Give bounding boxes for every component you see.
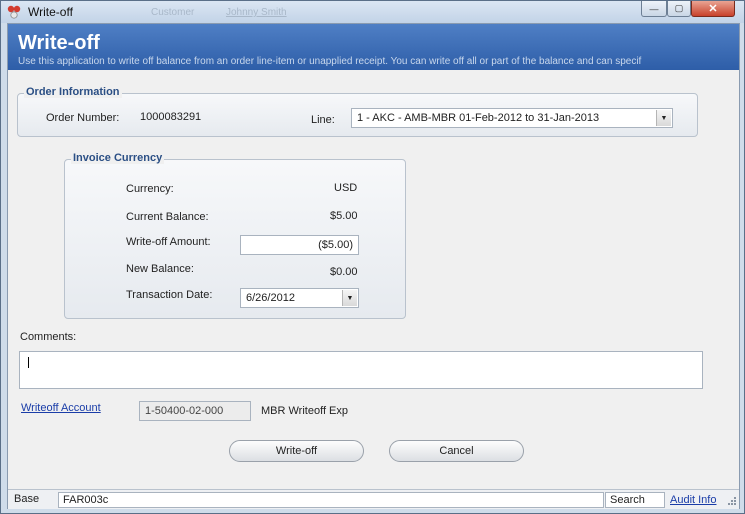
writeoff-amount-value: ($5.00) <box>318 239 353 251</box>
writeoff-button[interactable]: Write-off <box>229 440 364 462</box>
line-select[interactable]: 1 - AKC - AMB-MBR 01-Feb-2012 to 31-Jan-… <box>351 108 673 128</box>
chevron-down-icon[interactable]: ▼ <box>656 110 671 126</box>
currency-value: USD <box>334 182 358 194</box>
cancel-button[interactable]: Cancel <box>389 440 524 462</box>
app-logo-icon <box>7 5 21 19</box>
client-area: Write-off Use this application to write … <box>7 23 740 509</box>
title-ghost-text: Customer <box>151 7 195 18</box>
close-button[interactable]: ✕ <box>691 1 735 17</box>
currency-label: Currency: <box>126 183 174 195</box>
transaction-date-picker[interactable]: 6/26/2012 ▼ <box>240 288 359 308</box>
writeoff-amount-label: Write-off Amount: <box>126 236 211 248</box>
search-button[interactable]: Search <box>605 492 665 508</box>
invoice-currency-group: Invoice Currency Currency: USD Current B… <box>64 152 406 319</box>
order-number-value: 1000083291 <box>140 111 202 123</box>
resize-grip-icon[interactable] <box>727 494 737 506</box>
order-information-title: Order Information <box>24 86 122 98</box>
transaction-date-label: Transaction Date: <box>126 289 213 301</box>
order-number-label: Order Number: <box>46 112 120 124</box>
invoice-currency-title: Invoice Currency <box>71 152 165 164</box>
line-label: Line: <box>311 114 335 126</box>
minimize-button[interactable]: — <box>641 1 667 17</box>
page-description: Use this application to write off balanc… <box>18 56 642 67</box>
status-base: Base <box>14 493 40 505</box>
page-title: Write-off <box>18 32 100 54</box>
text-caret <box>28 357 29 368</box>
title-ghost-link: Johnny Smith <box>226 7 287 18</box>
audit-info-link[interactable]: Audit Info <box>666 493 720 509</box>
maximize-button[interactable]: ▢ <box>667 1 691 17</box>
new-balance-value: $0.00 <box>330 266 358 278</box>
close-icon: ✕ <box>708 3 718 15</box>
writeoff-account-link[interactable]: Writeoff Account <box>21 402 101 414</box>
line-select-value: 1 - AKC - AMB-MBR 01-Feb-2012 to 31-Jan-… <box>357 112 600 124</box>
header-band: Write-off Use this application to write … <box>8 24 739 70</box>
window-frame: Write-off Customer Johnny Smith — ▢ ✕ Wr… <box>0 0 745 514</box>
title-bar: Write-off Customer Johnny Smith — ▢ ✕ <box>1 1 744 23</box>
current-balance-value: $5.00 <box>330 210 358 222</box>
status-form-code: FAR003c <box>58 492 604 508</box>
calendar-dropdown-icon[interactable]: ▼ <box>342 290 357 306</box>
new-balance-label: New Balance: <box>126 263 194 275</box>
writeoff-account-name: MBR Writeoff Exp <box>261 405 349 417</box>
current-balance-label: Current Balance: <box>126 211 209 223</box>
maximize-icon: ▢ <box>674 3 684 13</box>
writeoff-account-code-field: 1-50400-02-000 <box>139 401 251 421</box>
transaction-date-value: 6/26/2012 <box>246 292 295 304</box>
order-information-group: Order Information Order Number: 10000832… <box>17 86 698 137</box>
writeoff-button-label: Write-off <box>275 445 318 457</box>
cancel-button-label: Cancel <box>439 445 474 457</box>
comments-label: Comments: <box>20 331 77 343</box>
window-title: Write-off <box>28 5 73 19</box>
comments-textarea[interactable] <box>19 351 703 389</box>
writeoff-account-code: 1-50400-02-000 <box>145 405 224 417</box>
minimize-icon: — <box>649 3 659 14</box>
writeoff-amount-input[interactable]: ($5.00) <box>240 235 359 255</box>
status-bar: Base FAR003c Search Audit Info <box>8 489 739 509</box>
